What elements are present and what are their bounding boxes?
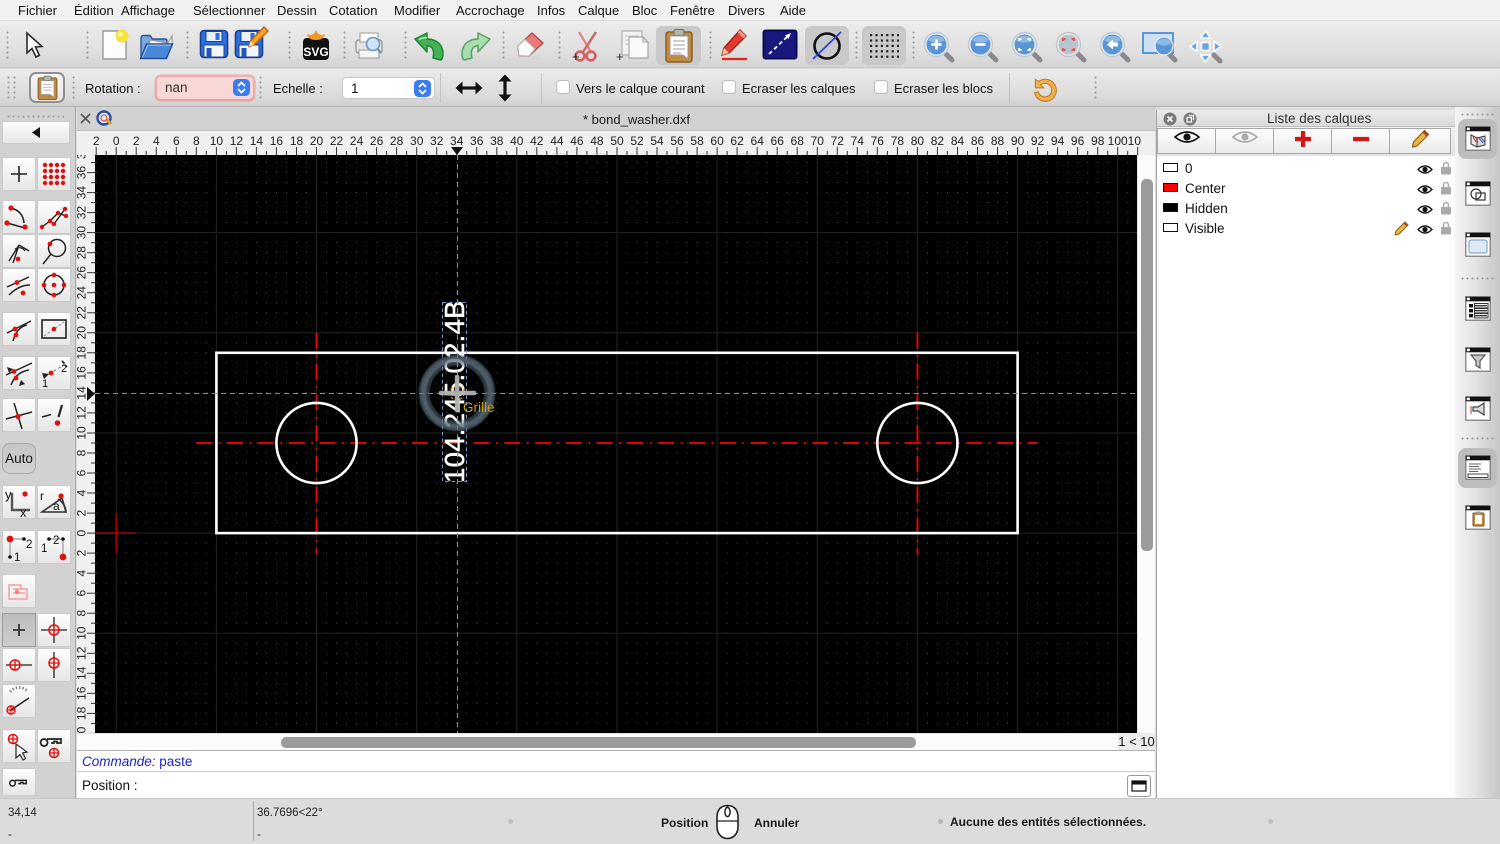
svg-text:2: 2 <box>53 535 59 547</box>
svg-text:32: 32 <box>77 206 89 220</box>
svg-text:62: 62 <box>730 134 744 148</box>
svg-text:50: 50 <box>610 134 624 148</box>
svg-text:28: 28 <box>77 246 89 260</box>
svg-text:84: 84 <box>951 134 965 148</box>
svg-text:30: 30 <box>410 134 424 148</box>
svg-text:52: 52 <box>630 134 644 148</box>
svg-text:58: 58 <box>690 134 704 148</box>
svg-text:8: 8 <box>77 449 89 456</box>
svg-text:4: 4 <box>153 134 160 148</box>
svg-text:2: 2 <box>133 134 140 148</box>
svg-text:22: 22 <box>77 306 89 320</box>
svg-text:40: 40 <box>510 134 524 148</box>
svg-text:74: 74 <box>851 134 865 148</box>
svg-text:18: 18 <box>290 134 304 148</box>
svg-text:1: 1 <box>41 543 47 555</box>
svg-text:12: 12 <box>77 406 89 420</box>
svg-text:20: 20 <box>77 326 89 340</box>
svg-text:18: 18 <box>77 346 89 360</box>
svg-text:2: 2 <box>93 134 100 148</box>
svg-text:70: 70 <box>811 134 825 148</box>
svg-text:6: 6 <box>77 590 89 597</box>
svg-text:86: 86 <box>971 134 985 148</box>
svg-text:2: 2 <box>77 509 89 516</box>
svg-text:26: 26 <box>77 266 89 280</box>
svg-text:72: 72 <box>831 134 845 148</box>
svg-text:90: 90 <box>1011 134 1025 148</box>
svg-text:10: 10 <box>210 134 224 148</box>
svg-text:14: 14 <box>250 134 264 148</box>
svg-text:Grille: Grille <box>463 400 495 415</box>
svg-text:x: x <box>20 505 27 518</box>
svg-text:+: + <box>572 49 580 64</box>
svg-text:10: 10 <box>77 426 89 440</box>
svg-text:30: 30 <box>77 226 89 240</box>
svg-text:38: 38 <box>77 155 89 159</box>
svg-text:4: 4 <box>77 489 89 496</box>
svg-text:42: 42 <box>530 134 544 148</box>
svg-text:10: 10 <box>77 626 89 640</box>
svg-text:y: y <box>5 487 12 502</box>
svg-text:16: 16 <box>77 366 89 380</box>
svg-text:0: 0 <box>113 134 120 148</box>
svg-text:16: 16 <box>270 134 284 148</box>
svg-text:46: 46 <box>570 134 584 148</box>
svg-text:6: 6 <box>173 134 180 148</box>
svg-text:88: 88 <box>991 134 1005 148</box>
svg-text:44: 44 <box>550 134 564 148</box>
svg-text:34: 34 <box>450 134 464 148</box>
svg-text:98: 98 <box>1091 134 1105 148</box>
svg-text:56: 56 <box>670 134 684 148</box>
svg-text:68: 68 <box>791 134 805 148</box>
svg-text:24: 24 <box>77 286 89 300</box>
svg-text:14: 14 <box>77 386 89 400</box>
svg-text:16: 16 <box>77 686 89 700</box>
svg-text:2: 2 <box>61 363 67 375</box>
svg-text:48: 48 <box>590 134 604 148</box>
svg-text:20: 20 <box>310 134 324 148</box>
svg-text:66: 66 <box>771 134 785 148</box>
svg-text:12: 12 <box>230 134 244 148</box>
svg-text:1: 1 <box>14 552 20 563</box>
svg-text:6: 6 <box>77 469 89 476</box>
svg-text:+: + <box>616 49 624 64</box>
svg-text:82: 82 <box>931 134 945 148</box>
svg-text:2: 2 <box>77 549 89 556</box>
svg-text:80: 80 <box>911 134 925 148</box>
svg-text:96: 96 <box>1071 134 1085 148</box>
svg-text:76: 76 <box>871 134 885 148</box>
svg-text:24: 24 <box>350 134 364 148</box>
svg-text:26: 26 <box>370 134 384 148</box>
svg-text:22: 22 <box>330 134 344 148</box>
svg-text:78: 78 <box>891 134 905 148</box>
svg-text:102: 102 <box>1128 134 1141 148</box>
svg-text:64: 64 <box>751 134 765 148</box>
svg-text:94: 94 <box>1051 134 1065 148</box>
svg-text:14: 14 <box>77 666 89 680</box>
svg-text:36: 36 <box>77 166 89 180</box>
svg-text:0: 0 <box>77 529 89 536</box>
svg-text:100: 100 <box>1108 134 1128 148</box>
svg-text:18: 18 <box>77 706 89 720</box>
svg-text:28: 28 <box>390 134 404 148</box>
svg-text:32: 32 <box>430 134 444 148</box>
svg-text:60: 60 <box>710 134 724 148</box>
svg-text:2: 2 <box>26 539 32 551</box>
svg-text:36: 36 <box>470 134 484 148</box>
svg-text:a: a <box>53 499 60 513</box>
svg-text:1: 1 <box>42 378 48 389</box>
svg-text:34: 34 <box>77 186 89 200</box>
svg-text:4: 4 <box>77 570 89 577</box>
svg-text:SVG: SVG <box>303 45 328 59</box>
svg-text:20: 20 <box>77 726 89 733</box>
svg-text:38: 38 <box>490 134 504 148</box>
svg-text:92: 92 <box>1031 134 1045 148</box>
svg-text:54: 54 <box>650 134 664 148</box>
svg-text:r: r <box>40 489 44 503</box>
svg-text:8: 8 <box>77 610 89 617</box>
svg-text:12: 12 <box>77 646 89 660</box>
svg-text:8: 8 <box>193 134 200 148</box>
